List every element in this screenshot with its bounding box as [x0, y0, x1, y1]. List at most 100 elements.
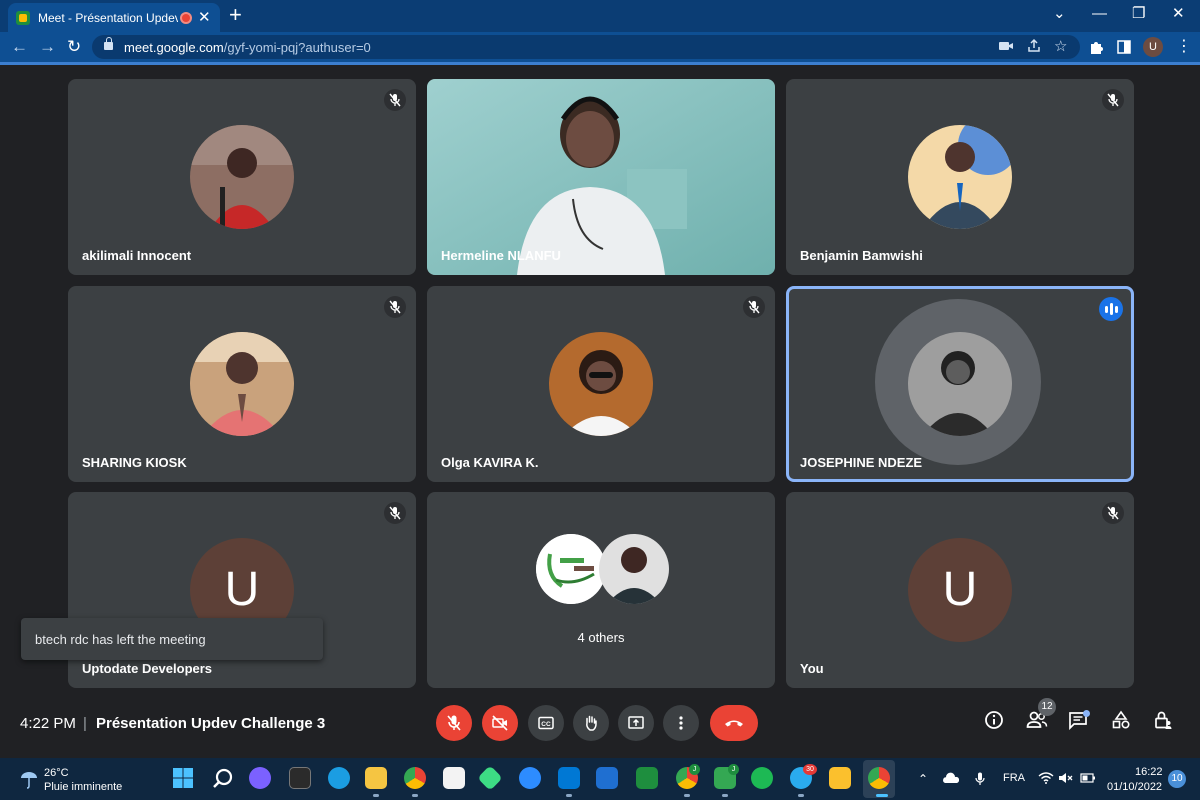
battery-icon[interactable]	[1080, 772, 1096, 787]
search-icon[interactable]	[212, 767, 234, 789]
notification-center-badge[interactable]: 10	[1168, 770, 1186, 788]
participant-count-badge: 12	[1038, 698, 1056, 716]
shapes-icon	[1112, 710, 1130, 729]
back-arrow-icon[interactable]: ←	[11, 37, 28, 57]
present-screen-button[interactable]	[618, 705, 654, 741]
profile-avatar[interactable]: U	[1143, 37, 1163, 57]
meeting-details-button[interactable]	[984, 710, 1004, 735]
participant-avatar	[599, 534, 669, 604]
self-initial-avatar: U	[908, 538, 1012, 642]
participant-name: Benjamin Bamwishi	[800, 248, 923, 263]
chrome-icon[interactable]	[404, 767, 426, 789]
camera-in-use-icon[interactable]	[998, 38, 1014, 58]
sticky-notes-icon[interactable]	[829, 767, 851, 789]
leave-call-button[interactable]	[710, 705, 758, 741]
mic-off-icon	[1102, 89, 1124, 111]
end-call-icon	[725, 720, 743, 727]
activities-button[interactable]	[1111, 710, 1131, 735]
weather-description[interactable]: Pluie imminente	[44, 781, 122, 793]
rain-cloud-icon[interactable]	[18, 768, 40, 795]
participant-avatar	[908, 125, 1012, 229]
tab-close-icon[interactable]: ✕	[198, 10, 211, 25]
participant-avatar	[549, 332, 653, 436]
host-controls-button[interactable]	[1153, 710, 1173, 735]
input-language[interactable]: FRA	[1003, 772, 1025, 784]
running-indicator	[722, 794, 728, 797]
info-icon	[985, 711, 1003, 729]
participant-name: Hermeline NLANFU	[441, 248, 561, 263]
running-indicator	[684, 794, 690, 797]
reload-icon[interactable]: ↻	[67, 37, 81, 57]
onedrive-cloud-icon[interactable]	[943, 772, 960, 787]
participant-left-toast: btech rdc has left the meeting	[21, 618, 323, 660]
side-panel-icon[interactable]	[1117, 40, 1131, 57]
participant-name: SHARING KIOSK	[82, 455, 187, 470]
forward-arrow-icon[interactable]: →	[39, 37, 56, 57]
participant-avatar	[190, 332, 294, 436]
participant-tile[interactable]: SHARING KIOSK	[68, 286, 416, 482]
address-bar[interactable]: meet.google.com/gyf-yomi-pqj?authuser=0 …	[92, 35, 1080, 59]
participant-name: Olga KAVIRA K.	[441, 455, 539, 470]
mic-off-icon	[1102, 502, 1124, 524]
new-tab-button[interactable]: +	[229, 4, 242, 26]
participant-tile-speaking[interactable]: JOSEPHINE NDEZE	[786, 286, 1134, 482]
present-icon	[628, 716, 644, 729]
svg-text:CC: CC	[541, 721, 551, 728]
hand-icon	[586, 715, 597, 731]
participant-video-feed	[427, 79, 775, 275]
file-explorer-icon[interactable]	[365, 767, 387, 789]
windows-start-icon[interactable]	[172, 767, 194, 789]
microsoft-store-icon[interactable]	[443, 767, 465, 789]
wifi-icon[interactable]	[1038, 772, 1054, 787]
sourcetree-icon[interactable]	[477, 765, 503, 791]
participant-tile[interactable]: Olga KAVIRA K.	[427, 286, 775, 482]
captions-button[interactable]: CC	[528, 705, 564, 741]
agro-bibi-logo	[536, 534, 606, 604]
weather-temperature[interactable]: 26°C	[44, 767, 69, 779]
browser-tab-strip: Meet - Présentation Updev C ✕ + ⌄ — ❐ ✕	[0, 0, 1200, 32]
volume-muted-icon[interactable]	[1058, 772, 1074, 787]
window-close-button[interactable]: ✕	[1172, 5, 1185, 23]
tab-search-icon[interactable]: ⌄	[1053, 5, 1066, 23]
participant-name: Uptodate Developers	[82, 661, 213, 676]
vscode-icon[interactable]	[558, 767, 580, 789]
google-meet-favicon-icon	[16, 10, 30, 25]
browser-tab-meet[interactable]: Meet - Présentation Updev C ✕	[8, 3, 220, 32]
window-maximize-button[interactable]: ❐	[1132, 5, 1145, 23]
participant-tile[interactable]: akilimali Innocent	[68, 79, 416, 275]
system-clock[interactable]: 16:22	[1135, 766, 1163, 778]
participant-tile[interactable]: Benjamin Bamwishi	[786, 79, 1134, 275]
toggle-camera-button[interactable]	[482, 705, 518, 741]
show-hidden-icons-chevron-icon[interactable]: ⌃	[918, 772, 928, 786]
share-icon[interactable]	[1026, 38, 1042, 58]
self-tile[interactable]: U You	[786, 492, 1134, 688]
bookmark-star-icon[interactable]: ☆	[1054, 38, 1067, 56]
participant-name: akilimali Innocent	[82, 248, 192, 263]
desktop-app-icon[interactable]	[596, 767, 618, 789]
lock-icon[interactable]	[104, 37, 113, 50]
captions-icon: CC	[538, 716, 554, 730]
raise-hand-button[interactable]	[573, 705, 609, 741]
edge-browser-icon[interactable]	[328, 767, 350, 789]
toggle-microphone-button[interactable]	[436, 705, 472, 741]
teams-chat-icon[interactable]	[249, 767, 271, 789]
mic-off-icon	[384, 502, 406, 524]
mic-off-icon	[447, 715, 461, 731]
browser-menu-icon[interactable]: ⋮	[1176, 38, 1192, 56]
google-chat-icon[interactable]	[636, 767, 658, 789]
chrome-active-window-icon[interactable]	[868, 767, 890, 789]
extensions-puzzle-icon[interactable]	[1089, 40, 1103, 57]
participant-tile-video[interactable]: Hermeline NLANFU	[427, 79, 775, 275]
window-minimize-button[interactable]: —	[1092, 5, 1107, 23]
unread-chat-dot	[1083, 710, 1090, 717]
more-options-button[interactable]	[663, 705, 699, 741]
others-tile[interactable]: 4 others	[427, 492, 775, 688]
zoom-icon[interactable]	[519, 767, 541, 789]
microphone-icon[interactable]	[974, 772, 986, 789]
running-indicator	[373, 794, 379, 797]
spotify-icon[interactable]	[751, 767, 773, 789]
participant-name: You	[800, 661, 824, 676]
system-date[interactable]: 01/10/2022	[1107, 781, 1162, 793]
mic-off-icon	[384, 89, 406, 111]
terminal-icon[interactable]	[289, 767, 311, 789]
